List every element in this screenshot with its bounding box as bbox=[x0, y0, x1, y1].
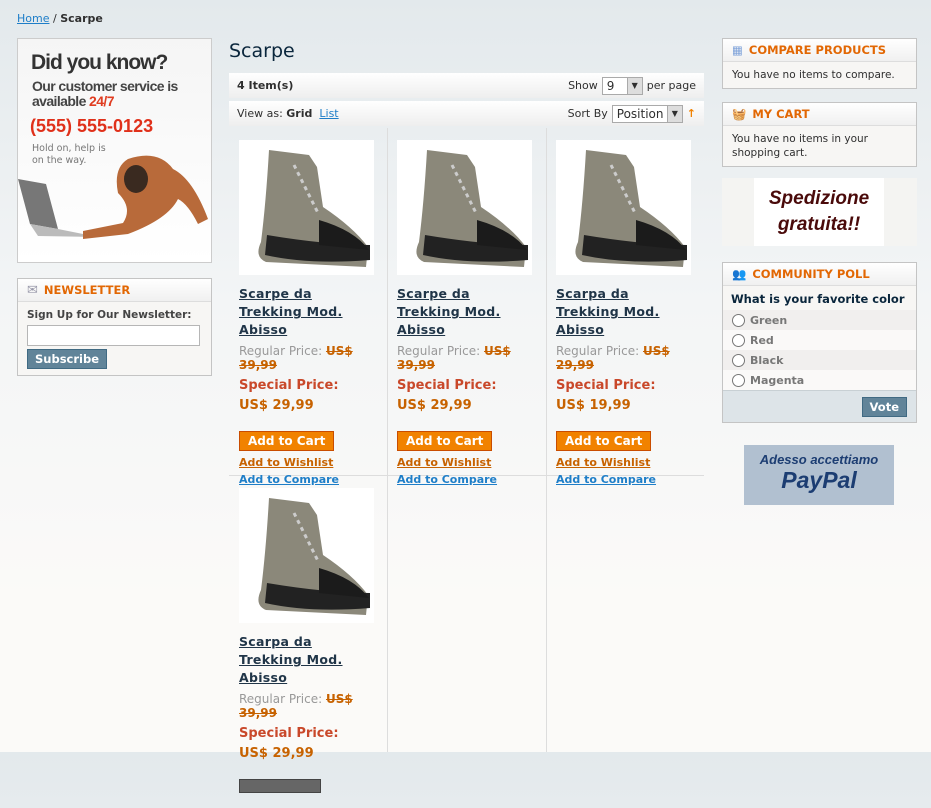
view-grid: Grid bbox=[286, 107, 313, 120]
radio-button[interactable] bbox=[732, 333, 745, 347]
item-count: 4 Item(s) bbox=[237, 79, 294, 92]
radio-button[interactable] bbox=[732, 313, 745, 327]
add-to-cart-button[interactable]: Add to Cart bbox=[239, 431, 335, 451]
breadcrumb: Home / Scarpe bbox=[17, 12, 103, 25]
add-to-wishlist-link[interactable]: Add to Wishlist bbox=[556, 456, 694, 469]
paypal-banner[interactable]: Adesso accettiamo PayPal bbox=[744, 445, 894, 505]
sort-direction-arrow-up-icon[interactable]: ↑ bbox=[687, 107, 696, 120]
add-to-wishlist-link[interactable]: Add to Wishlist bbox=[239, 456, 377, 469]
product-image[interactable] bbox=[397, 140, 532, 275]
chevron-down-icon: ▼ bbox=[666, 105, 682, 122]
special-price: US$ 29,99 bbox=[239, 398, 314, 413]
product-item: Scarpe da Trekking Mod. Abisso Regular P… bbox=[387, 128, 545, 498]
regular-price: Regular Price: US$ 39,99 bbox=[239, 692, 353, 720]
special-price: US$ 29,99 bbox=[239, 746, 314, 761]
breadcrumb-home-link[interactable]: Home bbox=[17, 12, 49, 25]
banner-title: Did you know? bbox=[31, 51, 168, 74]
sort-by-label: Sort By bbox=[567, 107, 608, 120]
product-image[interactable] bbox=[239, 140, 374, 275]
poll-question: What is your favorite color bbox=[731, 292, 905, 306]
cart-title: MY CART bbox=[752, 107, 810, 121]
newsletter-email-input[interactable] bbox=[27, 325, 200, 346]
add-to-cart-button[interactable]: Add to Cart bbox=[397, 431, 493, 451]
special-price-label: Special Price: bbox=[397, 378, 497, 393]
compare-text: You have no items to compare. bbox=[732, 69, 895, 81]
cart-text: You have no items in your shopping cart. bbox=[732, 133, 869, 159]
poll-option[interactable]: Green bbox=[723, 310, 916, 330]
page-title: Scarpe bbox=[229, 40, 295, 62]
banner-text: Our customer service is available 24/7 bbox=[32, 78, 178, 109]
compare-list-icon: ▦ bbox=[732, 43, 743, 57]
envelope-icon: ✉ bbox=[27, 282, 38, 298]
limit-select[interactable]: 9 ▼ bbox=[601, 76, 643, 95]
my-cart-block: 🧺 MY CART You have no items in your shopp… bbox=[722, 102, 917, 167]
basket-icon: 🧺 bbox=[732, 107, 747, 121]
product-image[interactable] bbox=[556, 140, 691, 275]
compare-products-block: ▦ COMPARE PRODUCTS You have no items to c… bbox=[722, 38, 917, 89]
special-price-label: Special Price: bbox=[556, 378, 656, 393]
add-to-compare-link[interactable]: Add to Compare bbox=[397, 473, 535, 486]
special-price: US$ 19,99 bbox=[556, 398, 631, 413]
banner-phone: (555) 555-0123 bbox=[30, 116, 154, 136]
chevron-down-icon: ▼ bbox=[626, 77, 642, 94]
per-page-label: per page bbox=[646, 79, 696, 92]
poll-option[interactable]: Magenta bbox=[723, 370, 916, 390]
sort-select[interactable]: Position ▼ bbox=[611, 104, 683, 123]
radio-button[interactable] bbox=[732, 373, 745, 387]
pager-toolbar: 4 Item(s) Show 9 ▼ per page bbox=[229, 73, 704, 98]
breadcrumb-separator: / bbox=[52, 12, 57, 25]
special-price-label: Special Price: bbox=[239, 726, 339, 741]
product-item: Scarpe da Trekking Mod. Abisso Regular P… bbox=[229, 128, 387, 498]
view-as-label: View as: bbox=[237, 107, 283, 120]
free-shipping-banner[interactable]: Spedizione gratuita!! bbox=[722, 178, 917, 246]
product-name-link[interactable]: Scarpa da Trekking Mod. Abisso bbox=[556, 285, 694, 339]
regular-price: Regular Price: US$ 29,99 bbox=[556, 344, 670, 372]
poll-option[interactable]: Black bbox=[723, 350, 916, 370]
add-to-cart-button[interactable]: Add to Cart bbox=[556, 431, 652, 451]
product-image[interactable] bbox=[239, 488, 374, 623]
add-to-compare-link[interactable]: Add to Compare bbox=[556, 473, 694, 486]
poll-option[interactable]: Red bbox=[723, 330, 916, 350]
view-list-link[interactable]: List bbox=[319, 107, 338, 120]
sorter-toolbar: View as: Grid List Sort By Position ▼ ↑ bbox=[229, 101, 704, 126]
product-item: Scarpa da Trekking Mod. Abisso Regular P… bbox=[229, 476, 387, 808]
newsletter-header: ✉ NEWSLETTER bbox=[18, 279, 211, 302]
breadcrumb-current: Scarpe bbox=[60, 12, 103, 25]
community-poll-block: 👥 COMMUNITY POLL What is your favorite co… bbox=[722, 262, 917, 423]
dog-laptop-image bbox=[18, 155, 208, 239]
product-name-link[interactable]: Scarpe da Trekking Mod. Abisso bbox=[239, 285, 377, 339]
regular-price: Regular Price: US$ 39,99 bbox=[239, 344, 353, 372]
product-name-link[interactable]: Scarpa da Trekking Mod. Abisso bbox=[239, 633, 377, 687]
compare-title: COMPARE PRODUCTS bbox=[748, 43, 887, 57]
newsletter-label: Sign Up for Our Newsletter: bbox=[27, 309, 192, 321]
newsletter-block: ✉ NEWSLETTER Sign Up for Our Newsletter: … bbox=[17, 278, 212, 376]
radio-button[interactable] bbox=[732, 353, 745, 367]
add-to-wishlist-link[interactable]: Add to Wishlist bbox=[397, 456, 535, 469]
special-price-label: Special Price: bbox=[239, 378, 339, 393]
vote-button[interactable]: Vote bbox=[861, 396, 907, 417]
show-label: Show bbox=[568, 79, 598, 92]
product-name-link[interactable]: Scarpe da Trekking Mod. Abisso bbox=[397, 285, 535, 339]
subscribe-button[interactable]: Subscribe bbox=[27, 349, 108, 369]
people-icon: 👥 bbox=[732, 267, 747, 281]
poll-title: COMMUNITY POLL bbox=[752, 267, 870, 281]
customer-service-banner[interactable]: Did you know? Our customer service is ava… bbox=[17, 38, 212, 263]
special-price: US$ 29,99 bbox=[397, 398, 472, 413]
regular-price: Regular Price: US$ 39,99 bbox=[397, 344, 511, 372]
product-item: Scarpa da Trekking Mod. Abisso Regular P… bbox=[546, 128, 704, 498]
add-to-cart-button[interactable] bbox=[239, 779, 321, 793]
